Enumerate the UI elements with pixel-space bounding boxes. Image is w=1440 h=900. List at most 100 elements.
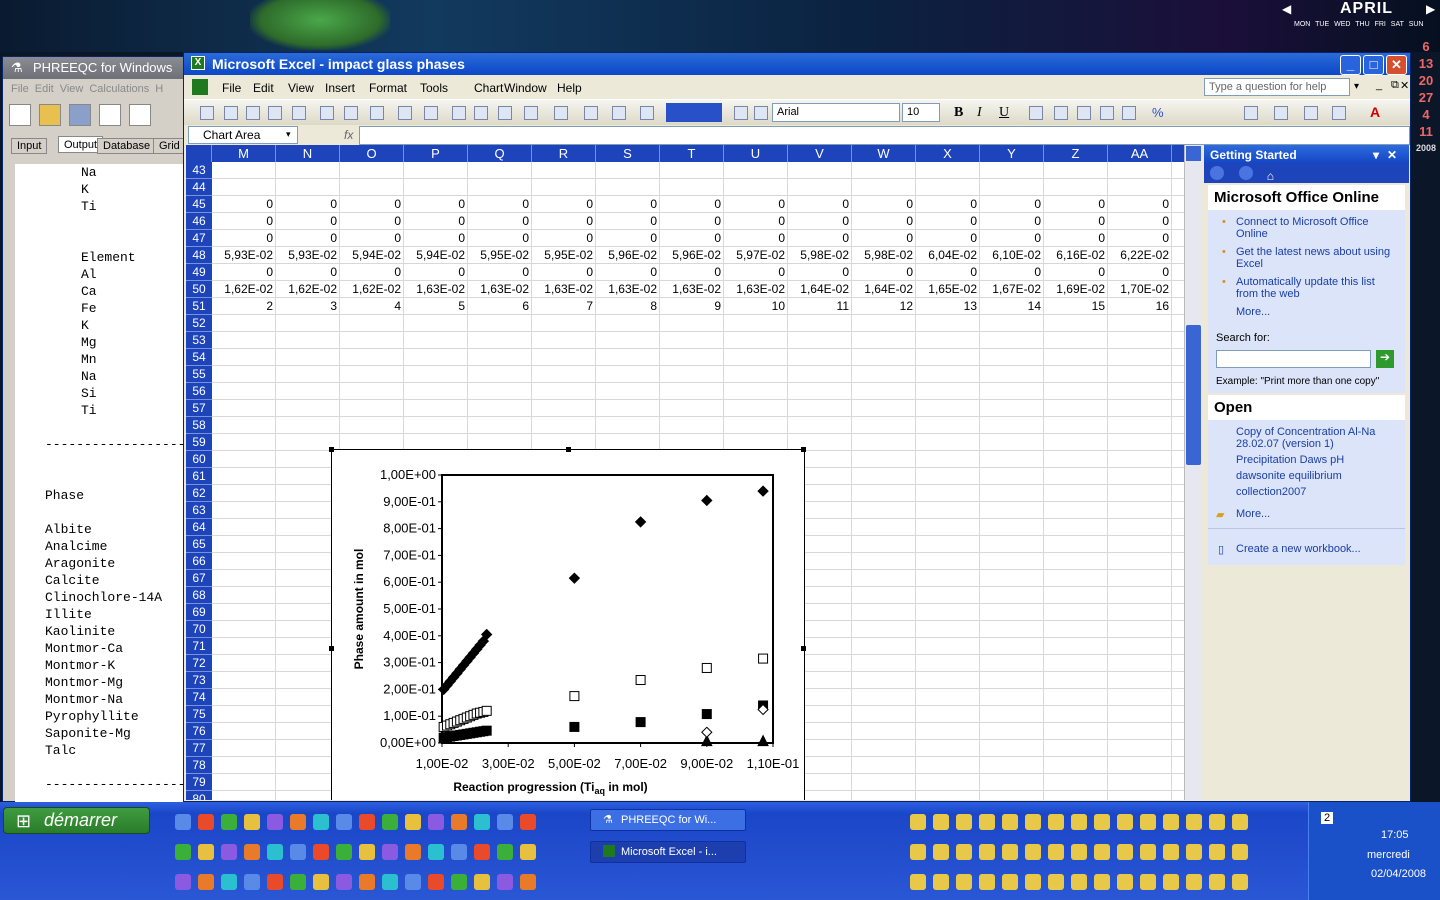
cell[interactable]: 0 xyxy=(468,230,532,247)
folder-icon[interactable] xyxy=(933,844,949,860)
toolbar-button-icon[interactable] xyxy=(474,106,488,120)
row-header[interactable]: 62 xyxy=(186,485,212,502)
cell[interactable] xyxy=(340,179,404,196)
cell[interactable] xyxy=(788,383,852,400)
quick-launch-icon[interactable] xyxy=(405,874,421,890)
cell[interactable] xyxy=(1108,774,1172,791)
cell[interactable] xyxy=(468,400,532,417)
cell[interactable] xyxy=(788,332,852,349)
column-header[interactable]: O xyxy=(340,145,404,162)
worksheet-grid[interactable]: M N O P Q R S T U V W X Y Z AA 43 44 45 0 0 0 0 0 0 0 0 0 0 0 0 0 0 0 46… xyxy=(186,145,1184,800)
cell[interactable] xyxy=(212,332,276,349)
percent-icon[interactable]: % xyxy=(1152,105,1164,120)
row-header[interactable]: 45 xyxy=(186,196,212,213)
quick-launch-icon[interactable] xyxy=(428,844,444,860)
cell[interactable] xyxy=(916,400,980,417)
cell[interactable] xyxy=(852,621,916,638)
column-header[interactable]: N xyxy=(276,145,340,162)
cell[interactable]: 15 xyxy=(1044,298,1108,315)
cell[interactable] xyxy=(916,417,980,434)
cell[interactable]: 6,22E-02 xyxy=(1108,247,1172,264)
cell[interactable] xyxy=(852,723,916,740)
cell[interactable] xyxy=(852,366,916,383)
cell[interactable] xyxy=(340,349,404,366)
menu-chart[interactable]: Chart xyxy=(474,81,503,95)
menu-file[interactable]: File xyxy=(222,81,241,95)
cell[interactable]: 0 xyxy=(596,213,660,230)
cell[interactable] xyxy=(980,740,1044,757)
fx-icon[interactable]: fx xyxy=(344,128,353,142)
cell[interactable] xyxy=(276,349,340,366)
help-search-box[interactable]: Type a question for help xyxy=(1204,78,1350,96)
cell[interactable] xyxy=(532,315,596,332)
folder-icon[interactable] xyxy=(956,874,972,890)
cell[interactable]: 1,64E-02 xyxy=(852,281,916,298)
folder-icon[interactable] xyxy=(1025,874,1041,890)
quick-launch-icon[interactable] xyxy=(290,814,306,830)
cell[interactable] xyxy=(852,383,916,400)
cell[interactable] xyxy=(276,383,340,400)
cell[interactable] xyxy=(1044,723,1108,740)
toolbar-button-icon[interactable] xyxy=(246,106,260,120)
cell[interactable] xyxy=(212,689,276,706)
row-header[interactable]: 43 xyxy=(186,162,212,179)
row-header[interactable]: 70 xyxy=(186,621,212,638)
cell[interactable] xyxy=(468,332,532,349)
cell[interactable]: 0 xyxy=(1108,264,1172,281)
cell[interactable] xyxy=(980,757,1044,774)
phreeqc-menu-item[interactable]: H xyxy=(155,83,163,95)
folder-icon[interactable] xyxy=(1025,814,1041,830)
row-header[interactable]: 72 xyxy=(186,655,212,672)
format-button-icon[interactable] xyxy=(1332,106,1346,120)
recent-file-link[interactable]: collection2007 xyxy=(1208,486,1405,502)
row-header[interactable]: 69 xyxy=(186,604,212,621)
cell[interactable] xyxy=(916,604,980,621)
quick-launch-icon[interactable] xyxy=(267,874,283,890)
cell[interactable]: 0 xyxy=(276,264,340,281)
cell[interactable]: 1,62E-02 xyxy=(276,281,340,298)
cell[interactable]: 0 xyxy=(1108,196,1172,213)
cell[interactable] xyxy=(660,366,724,383)
cell[interactable] xyxy=(916,451,980,468)
format-button-icon[interactable] xyxy=(1100,106,1114,120)
cell[interactable]: 0 xyxy=(1044,264,1108,281)
cell[interactable]: 0 xyxy=(468,213,532,230)
row-header[interactable]: 68 xyxy=(186,587,212,604)
cell[interactable] xyxy=(916,349,980,366)
column-header[interactable]: W xyxy=(852,145,916,162)
folder-icon[interactable] xyxy=(1048,844,1064,860)
cell[interactable]: 5,96E-02 xyxy=(660,247,724,264)
cell[interactable]: 5,94E-02 xyxy=(340,247,404,264)
cell[interactable] xyxy=(916,315,980,332)
cell[interactable] xyxy=(1108,451,1172,468)
folder-icon[interactable] xyxy=(979,844,995,860)
toolbar-button-icon[interactable] xyxy=(554,106,568,120)
cell[interactable]: 0 xyxy=(276,213,340,230)
cell[interactable] xyxy=(1108,519,1172,536)
cell[interactable]: 0 xyxy=(596,264,660,281)
cell[interactable] xyxy=(340,417,404,434)
tray-number-icon[interactable]: 2 xyxy=(1321,812,1334,824)
cell[interactable]: 0 xyxy=(596,230,660,247)
office-online-link[interactable]: Get the latest news about using Excel xyxy=(1208,246,1405,272)
cell[interactable] xyxy=(916,740,980,757)
cell[interactable] xyxy=(276,162,340,179)
cell[interactable] xyxy=(788,179,852,196)
cell[interactable] xyxy=(1044,383,1108,400)
cell[interactable] xyxy=(916,383,980,400)
phreeqc-menu-item[interactable]: Edit xyxy=(35,83,54,95)
cell[interactable] xyxy=(1108,740,1172,757)
cell[interactable] xyxy=(980,638,1044,655)
row-header[interactable]: 50 xyxy=(186,281,212,298)
cell[interactable] xyxy=(340,162,404,179)
quick-launch-icon[interactable] xyxy=(359,874,375,890)
cell[interactable]: 0 xyxy=(660,264,724,281)
row-header[interactable]: 49 xyxy=(186,264,212,281)
quick-launch-icon[interactable] xyxy=(359,844,375,860)
cell[interactable] xyxy=(276,366,340,383)
cell[interactable] xyxy=(468,162,532,179)
cell[interactable] xyxy=(1044,621,1108,638)
cell[interactable] xyxy=(404,179,468,196)
column-header[interactable]: U xyxy=(724,145,788,162)
cell[interactable] xyxy=(916,638,980,655)
